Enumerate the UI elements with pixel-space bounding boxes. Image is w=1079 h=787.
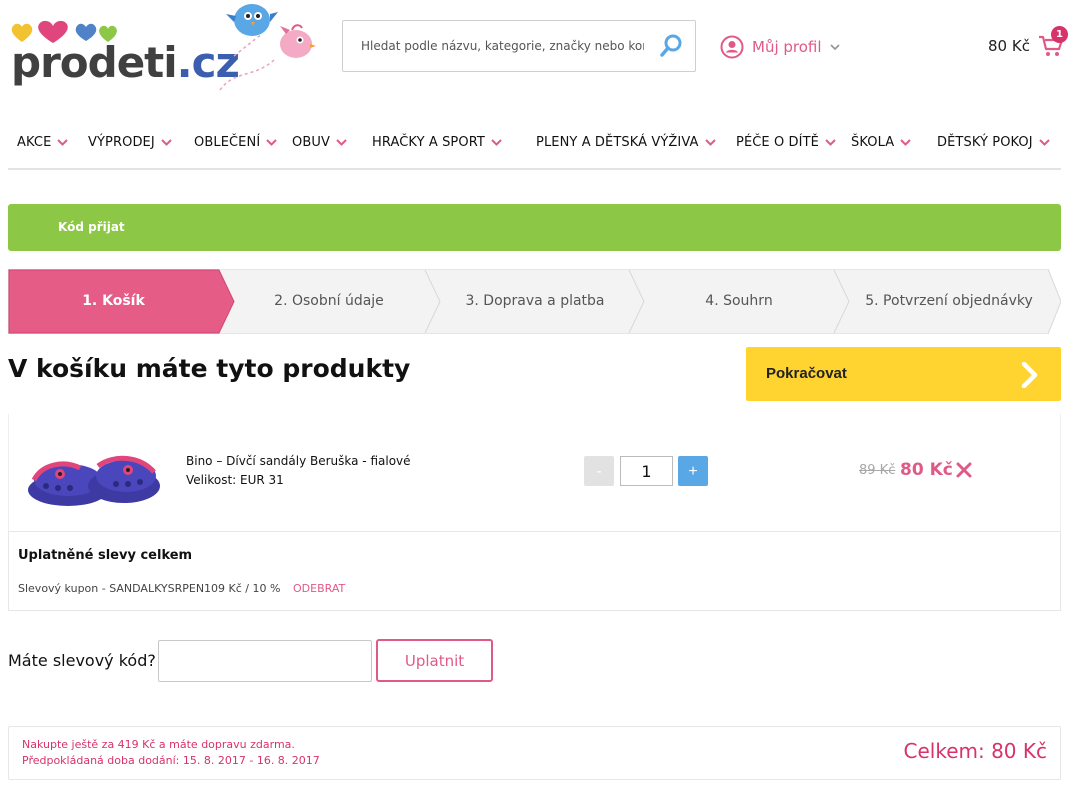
nav-item-akce[interactable]: AKCE (17, 126, 69, 158)
cart-item: Bino – Dívčí sandály Beruška - fialové V… (8, 414, 1061, 532)
search-input[interactable] (344, 22, 644, 70)
order-total: Celkem: 80 Kč (903, 739, 1048, 763)
chevron-down-icon (266, 138, 277, 146)
applied-discounts: Uplatněné slevy celkem Slevový kupon - S… (8, 532, 1061, 611)
nav-item-detsky-pokoj[interactable]: DĚTSKÝ POKOJ (937, 126, 1050, 158)
chevron-down-icon (829, 44, 840, 50)
nav-item-obuv[interactable]: OBUV (292, 126, 347, 158)
chevron-down-icon (825, 138, 836, 146)
chevron-down-icon (1039, 138, 1050, 146)
product-name[interactable]: Bino – Dívčí sandály Beruška - fialové (186, 454, 411, 468)
step-2-personal-info[interactable]: 2. Osobní údaje (234, 269, 424, 334)
quantity-input[interactable] (620, 456, 673, 486)
chevron-down-icon (161, 138, 172, 146)
nav-label: HRAČKY A SPORT (372, 134, 485, 150)
coupon-amount: 9 Kč / 10 % (218, 582, 281, 595)
cart-button[interactable]: 80 Kč 1 (988, 26, 1068, 66)
chevron-down-icon (704, 138, 716, 146)
product-size: Velikost: EUR 31 (186, 473, 284, 487)
discounts-title: Uplatněné slevy celkem (18, 548, 193, 563)
nav-label: OBLEČENÍ (194, 134, 261, 150)
delivery-date-note: Předpokládaná doba dodání: 15. 8. 2017 -… (22, 754, 320, 767)
continue-label: Pokračovat (766, 365, 847, 382)
nav-label: DĚTSKÝ POKOJ (937, 134, 1033, 150)
checkout-steps: 1. Košík 2. Osobní údaje 3. Doprava a pl… (8, 269, 1061, 334)
search-box (342, 20, 696, 72)
product-image[interactable] (24, 436, 164, 516)
page-title: V košíku máte tyto produkty (8, 354, 411, 383)
nav-item-vyprodej[interactable]: VÝPRODEJ (88, 126, 172, 158)
cart-amount: 80 Kč (988, 37, 1030, 55)
free-shipping-note: Nakupte ještě za 419 Kč a máte dopravu z… (22, 738, 295, 751)
user-icon (720, 35, 744, 59)
chevron-down-icon (900, 138, 911, 146)
nav-item-pece-o-dite[interactable]: PÉČE O DÍTĚ (736, 126, 836, 158)
alert-message: Kód přijat (58, 220, 125, 234)
coupon-label: Máte slevový kód? (8, 651, 156, 670)
step-4-summary[interactable]: 4. Souhrn (644, 269, 834, 334)
step-1-cart[interactable]: 1. Košík (8, 269, 219, 334)
site-logo[interactable]: prodeti.cz (8, 18, 240, 86)
original-price: 89 Kč (859, 463, 896, 478)
nav-label: VÝPRODEJ (88, 134, 155, 150)
nav-item-obleceni[interactable]: OBLEČENÍ (194, 126, 277, 158)
profile-menu[interactable]: Můj profil (720, 34, 840, 60)
main-navigation: AKCE VÝPRODEJ OBLEČENÍ OBUV HRAČKY A SPO… (8, 126, 1061, 158)
logo-text: prodeti.cz (11, 38, 240, 87)
coupon-code-input[interactable] (158, 640, 372, 682)
step-5-confirmation[interactable]: 5. Potvrzení objednávky (849, 269, 1049, 334)
nav-item-pleny-a-detska-vyziva[interactable]: PLENY A DĚTSKÁ VÝŽIVA (536, 126, 716, 158)
nav-label: PLENY A DĚTSKÁ VÝŽIVA (536, 134, 699, 150)
continue-button[interactable]: Pokračovat (746, 347, 1061, 401)
chevron-down-icon (491, 138, 502, 146)
remove-item-icon[interactable] (956, 462, 972, 478)
nav-label: PÉČE O DÍTĚ (736, 134, 819, 150)
birds-illustration-icon (219, 4, 316, 91)
cart-count-badge: 1 (1051, 26, 1068, 43)
quantity-decrease-button[interactable]: - (584, 456, 614, 486)
quantity-increase-button[interactable]: + (678, 456, 708, 486)
nav-label: OBUV (292, 134, 330, 150)
nav-item-hracky-a-sport[interactable]: HRAČKY A SPORT (372, 126, 502, 158)
chevron-down-icon (336, 138, 347, 146)
remove-coupon-link[interactable]: ODEBRAT (293, 582, 345, 595)
nav-label: AKCE (17, 134, 52, 150)
search-icon[interactable] (659, 33, 685, 59)
chevron-right-icon (1021, 362, 1038, 388)
success-alert: Kód přijat (8, 204, 1061, 251)
chevron-down-icon (57, 138, 69, 146)
discounted-price: 80 Kč (900, 460, 953, 480)
apply-coupon-button[interactable]: Uplatnit (376, 639, 493, 682)
nav-divider (8, 168, 1061, 170)
profile-label: Můj profil (752, 38, 822, 56)
nav-item-skola[interactable]: ŠKOLA (851, 126, 911, 158)
nav-label: ŠKOLA (851, 134, 895, 150)
coupon-name: Slevový kupon - SANDALKYSRPEN10 (18, 582, 219, 595)
step-3-shipping-payment[interactable]: 3. Doprava a platba (440, 269, 630, 334)
order-summary: Nakupte ještě za 419 Kč a máte dopravu z… (8, 726, 1061, 780)
